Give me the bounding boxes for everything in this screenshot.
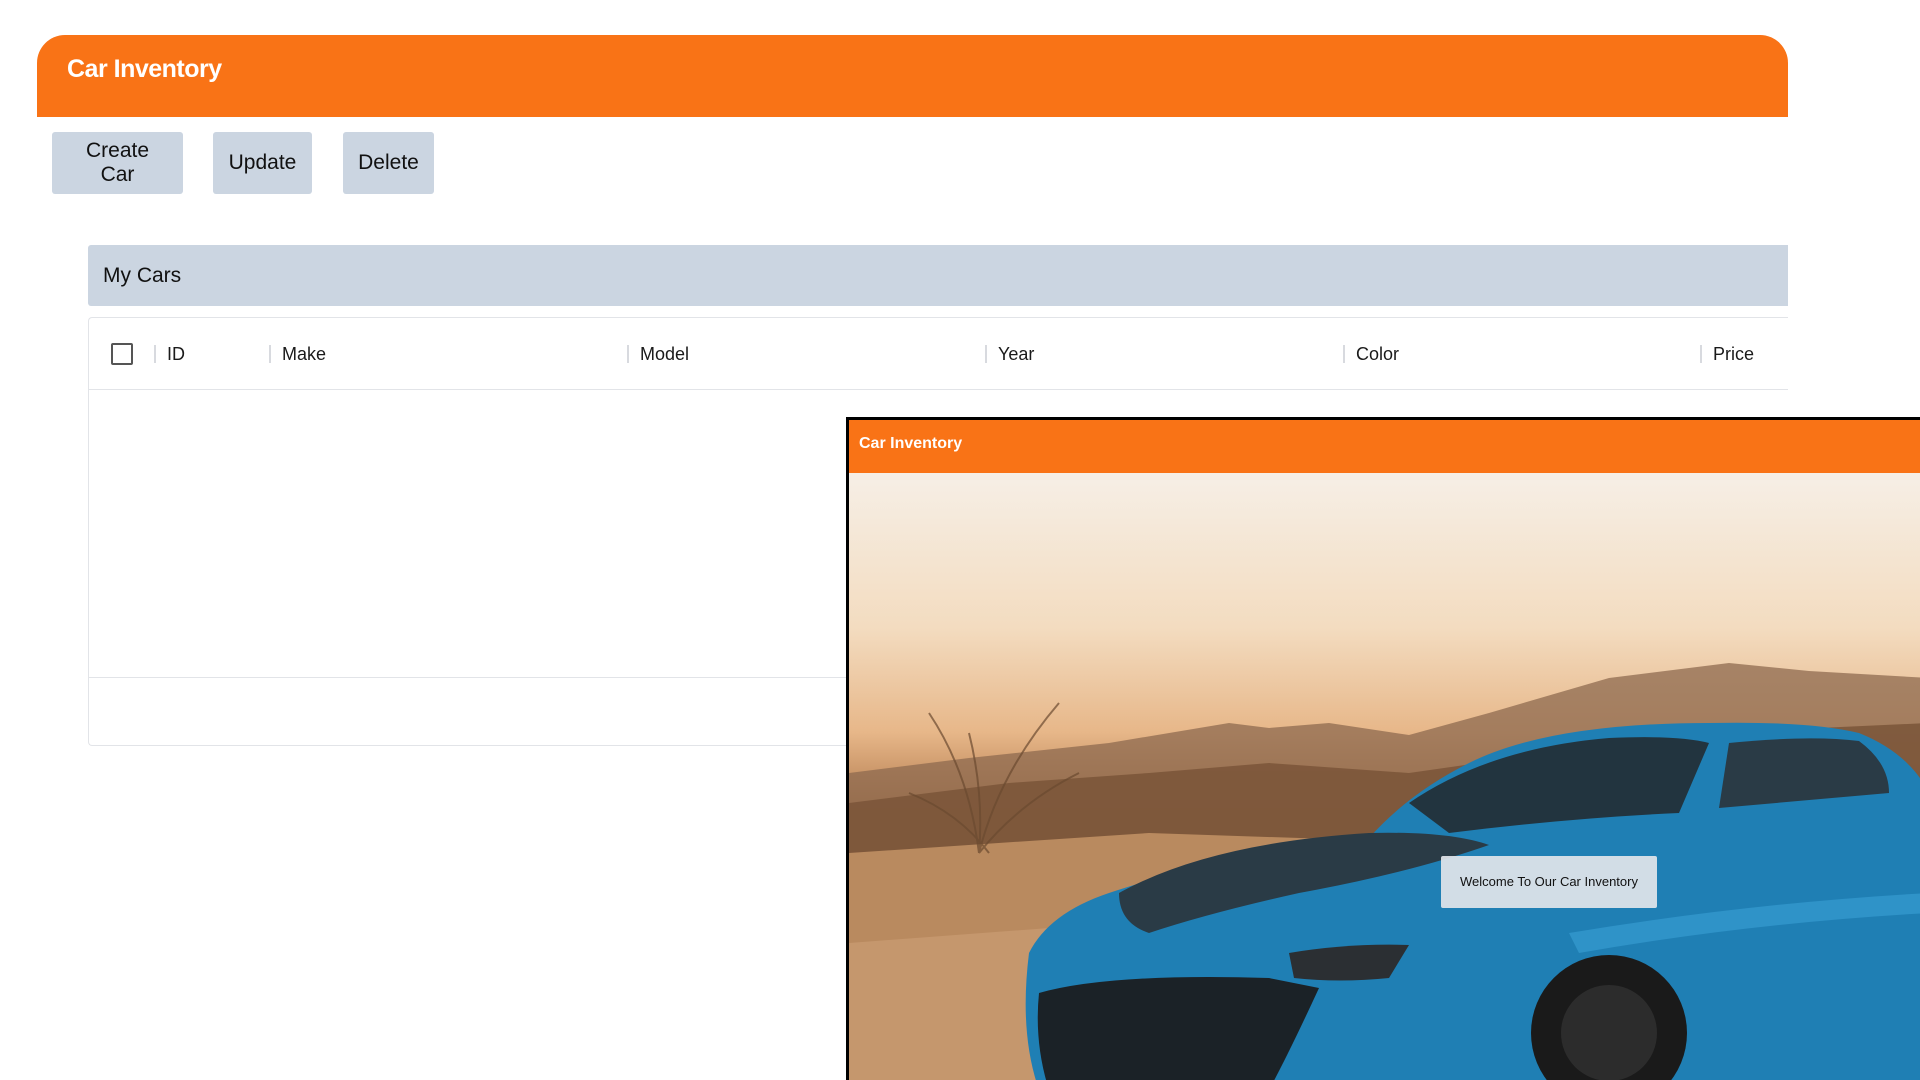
panel-header: My Cars (88, 245, 1788, 306)
column-header-price[interactable]: Price (1699, 318, 1754, 390)
app-header: Car Inventory (37, 35, 1788, 117)
car-photo (849, 663, 1920, 1080)
column-header-id[interactable]: ID (154, 318, 185, 390)
column-header-make[interactable]: Make (268, 318, 326, 390)
create-car-button[interactable]: Create Car (52, 132, 183, 194)
app-title: Car Inventory (67, 55, 222, 83)
column-header-color[interactable]: Color (1342, 318, 1399, 390)
hero-image: Welcome To Our Car Inventory (849, 473, 1920, 1080)
preview-window: Car Inventory Welcome To Our Car Invento… (846, 417, 1920, 1080)
app-root: Car Inventory Create Car Update Delete M… (0, 0, 1920, 1080)
preview-title: Car Inventory (859, 435, 963, 452)
update-button[interactable]: Update (213, 132, 312, 194)
welcome-label: Welcome To Our Car Inventory (1441, 856, 1657, 908)
panel-title: My Cars (103, 264, 182, 287)
preview-header: Car Inventory (849, 420, 1920, 473)
select-all-checkbox[interactable] (111, 343, 133, 365)
delete-button[interactable]: Delete (343, 132, 434, 194)
column-header-year[interactable]: Year (984, 318, 1034, 390)
grid-header-row: ID Make Model Year Color Price (89, 318, 1788, 390)
column-header-model[interactable]: Model (626, 318, 689, 390)
